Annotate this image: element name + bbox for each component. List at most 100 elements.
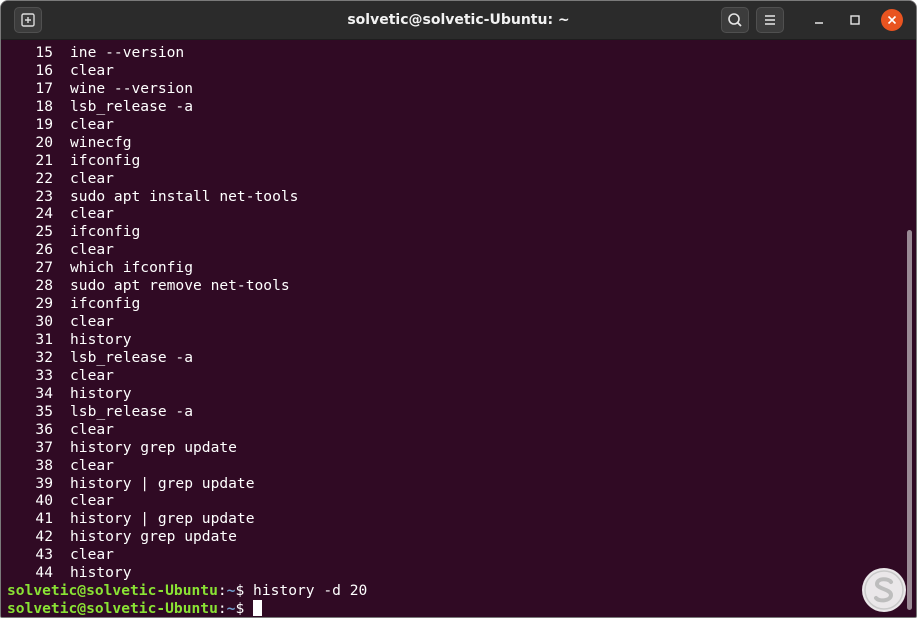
- history-line: 19 clear: [7, 116, 367, 134]
- history-command: sudo apt remove net-tools: [70, 277, 290, 295]
- history-number: 34: [35, 384, 53, 402]
- terminal-output[interactable]: 15 ine --version 16 clear 17 wine --version 18…: [1, 40, 902, 617]
- history-number: 23: [35, 187, 53, 205]
- history-line: 27 which ifconfig: [7, 259, 367, 277]
- history-command: wine --version: [70, 79, 194, 97]
- history-line: 34 history: [7, 385, 367, 403]
- history-number: 36: [35, 420, 53, 438]
- history-command: lsb_release -a: [70, 402, 194, 420]
- history-command: clear: [70, 456, 114, 474]
- prompt-line: solvetic@solvetic-Ubuntu:~$: [7, 600, 367, 618]
- prompt-symbol: $: [235, 582, 245, 600]
- history-command: sudo apt install net-tools: [70, 187, 299, 205]
- search-icon: [728, 13, 742, 27]
- history-line: 26 clear: [7, 241, 367, 259]
- history-line: 24 clear: [7, 205, 367, 223]
- history-number: 22: [35, 169, 53, 187]
- minimize-icon: [815, 22, 823, 24]
- history-number: 26: [35, 241, 53, 259]
- history-line: 44 history: [7, 564, 367, 582]
- watermark-logo: [862, 568, 906, 612]
- history-number: 31: [35, 331, 53, 348]
- minimize-button[interactable]: [808, 9, 830, 31]
- history-line: 16 clear: [7, 62, 367, 80]
- history-number: 40: [35, 492, 53, 510]
- history-command: winecfg: [70, 133, 132, 151]
- history-command: lsb_release -a: [70, 348, 194, 366]
- history-line: 37 history grep update: [7, 439, 367, 457]
- prompt-separator: :: [217, 600, 227, 618]
- history-line: 18 lsb_release -a: [7, 98, 367, 116]
- history-number: 32: [35, 348, 53, 366]
- history-command: lsb_release -a: [70, 97, 194, 115]
- history-line: 25 ifconfig: [7, 223, 367, 241]
- history-number: 44: [35, 564, 53, 582]
- maximize-button[interactable]: [844, 9, 866, 31]
- history-command: history: [70, 564, 132, 582]
- history-line: 22 clear: [7, 170, 367, 188]
- history-line: 20 winecfg: [7, 134, 367, 152]
- prompt-command: history -d 20: [244, 582, 368, 600]
- maximize-icon: [850, 15, 860, 25]
- history-line: 39 history | grep update: [7, 475, 367, 493]
- prompt-user: solvetic@solvetic-Ubuntu: [7, 600, 218, 618]
- history-command: history: [70, 384, 132, 402]
- history-number: 41: [35, 510, 53, 528]
- history-number: 37: [35, 438, 53, 456]
- history-line: 23 sudo apt install net-tools: [7, 188, 367, 206]
- history-line: 33 clear: [7, 367, 367, 385]
- menu-button[interactable]: [756, 7, 784, 33]
- history-command: ifconfig: [70, 151, 141, 169]
- history-command: clear: [70, 366, 114, 384]
- history-number: 25: [35, 223, 53, 241]
- history-command: clear: [70, 169, 114, 187]
- history-number: 29: [35, 295, 53, 313]
- history-line: 40 clear: [7, 492, 367, 510]
- title-bar[interactable]: solvetic@solvetic-Ubuntu: ~: [1, 1, 916, 40]
- history-command: ine --version: [70, 44, 185, 61]
- history-command: clear: [70, 313, 114, 331]
- scrollbar-thumb[interactable]: [907, 230, 912, 610]
- history-command: history grep update: [70, 438, 237, 456]
- history-line: 43 clear: [7, 546, 367, 564]
- prompt-line: solvetic@solvetic-Ubuntu:~$ history -d 2…: [7, 582, 367, 600]
- history-number: 15: [35, 44, 53, 61]
- history-number: 28: [35, 277, 53, 295]
- history-number: 18: [35, 97, 53, 115]
- history-number: 20: [35, 133, 53, 151]
- history-number: 30: [35, 313, 53, 331]
- scrollbar[interactable]: [904, 40, 916, 617]
- history-line: 41 history | grep update: [7, 510, 367, 528]
- history-line: 35 lsb_release -a: [7, 403, 367, 421]
- history-line: 17 wine --version: [7, 80, 367, 98]
- history-command: clear: [70, 61, 114, 79]
- history-number: 17: [35, 79, 53, 97]
- terminal-window: solvetic@solvetic-Ubuntu: ~ 15 ine --ver…: [0, 0, 917, 618]
- history-line: 42 history grep update: [7, 528, 367, 546]
- text-cursor: [253, 600, 263, 617]
- history-number: 33: [35, 366, 53, 384]
- history-number: 19: [35, 115, 53, 133]
- history-line: 30 clear: [7, 313, 367, 331]
- history-command: clear: [70, 205, 114, 223]
- history-number: 27: [35, 259, 53, 277]
- close-button[interactable]: [881, 9, 903, 31]
- history-number: 24: [35, 205, 53, 223]
- history-number: 35: [35, 402, 53, 420]
- search-button[interactable]: [721, 7, 749, 33]
- history-command: clear: [70, 241, 114, 259]
- history-number: 16: [35, 61, 53, 79]
- history-line: 21 ifconfig: [7, 152, 367, 170]
- prompt-command: [244, 600, 253, 617]
- history-number: 21: [35, 151, 53, 169]
- history-number: 39: [35, 474, 53, 492]
- history-line: 31 history: [7, 331, 367, 349]
- history-line: 38 clear: [7, 457, 367, 475]
- history-command: which ifconfig: [70, 259, 194, 277]
- prompt-symbol: $: [235, 600, 245, 618]
- history-command: ifconfig: [70, 223, 141, 241]
- history-command: clear: [70, 546, 114, 564]
- history-command: history: [70, 331, 132, 348]
- history-number: 38: [35, 456, 53, 474]
- history-command: ifconfig: [70, 295, 141, 313]
